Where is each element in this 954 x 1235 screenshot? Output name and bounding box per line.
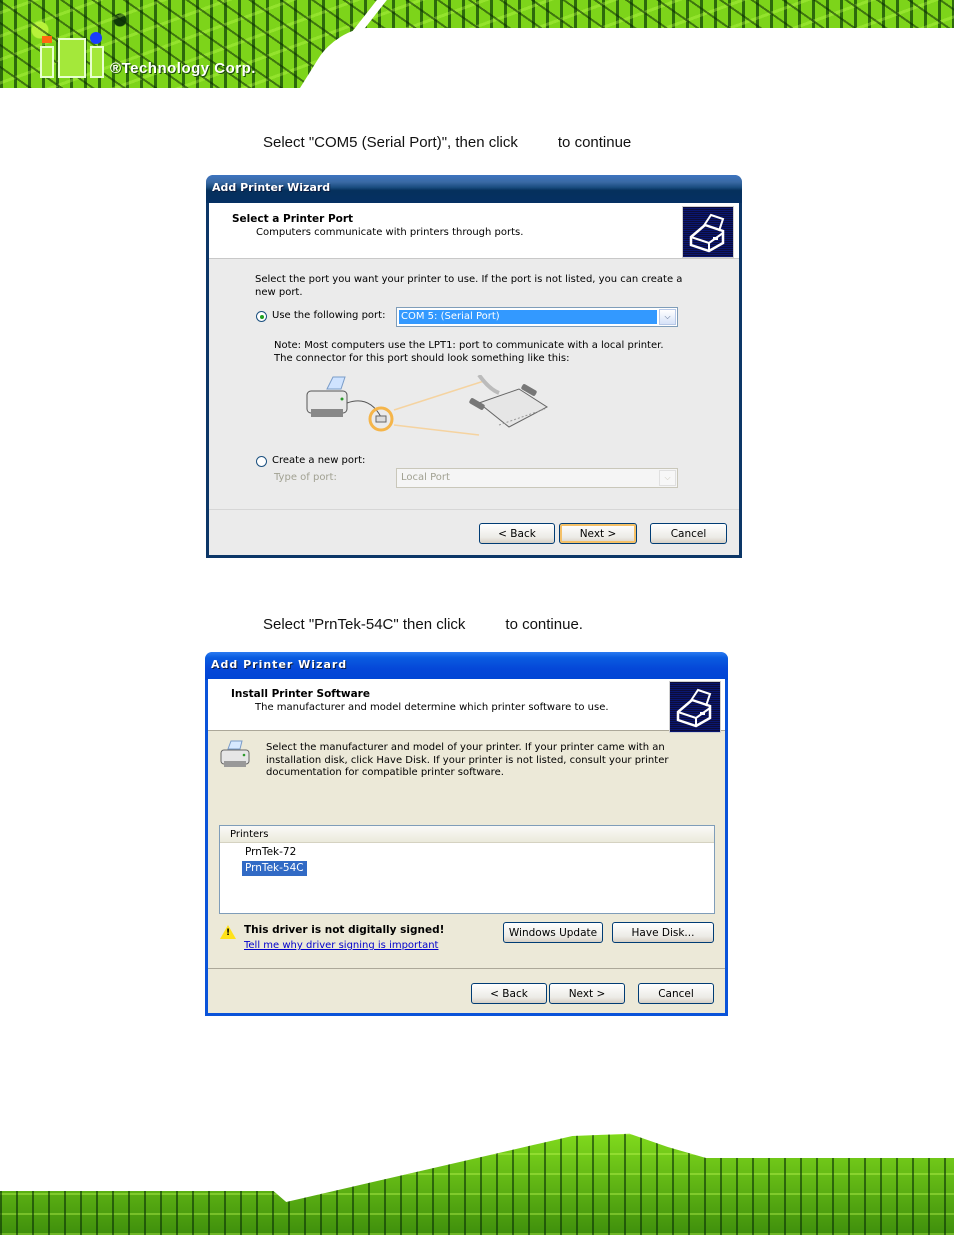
instruction-step1: Select "COM5 (Serial Port)", then click t… xyxy=(263,134,632,151)
cancel-button[interactable]: Cancel xyxy=(650,523,727,544)
banner-band xyxy=(0,1183,300,1191)
add-printer-wizard-port: Add Printer Wizard Select a Printer Port… xyxy=(206,175,742,558)
printer-icon xyxy=(669,681,721,733)
create-port-radio[interactable] xyxy=(256,456,267,467)
cancel-button[interactable]: Cancel xyxy=(638,983,714,1004)
list-item-selected[interactable]: PrnTek-54C xyxy=(242,861,307,876)
back-button[interactable]: < Back xyxy=(471,983,547,1004)
add-printer-wizard-software: Add Printer Wizard Install Printer Softw… xyxy=(205,652,728,1016)
window-title: Add Printer Wizard xyxy=(205,652,728,680)
port-type-value: Local Port xyxy=(401,472,450,483)
chevron-down-icon[interactable]: ⌵ xyxy=(659,309,676,325)
printer-icon xyxy=(218,739,252,773)
port-select-value: COM 5: (Serial Port) xyxy=(399,310,657,324)
header-title: Install Printer Software xyxy=(231,688,370,700)
printer-icon xyxy=(682,206,734,258)
note-line-1: Note: Most computers use the LPT1: port … xyxy=(274,340,664,351)
port-type-select[interactable]: Local Port ⌵ xyxy=(396,468,678,488)
wizard-header: Select a Printer Port Computers communic… xyxy=(209,203,739,259)
banner-band xyxy=(0,88,380,112)
company-name: ®Technology Corp. xyxy=(110,60,256,77)
header-banner: ®Technology Corp. xyxy=(0,0,954,112)
divider xyxy=(209,509,739,510)
divider xyxy=(208,968,725,969)
header-subtitle: Computers communicate with printers thro… xyxy=(256,227,524,238)
type-of-port-label: Type of port: xyxy=(274,472,337,483)
list-item[interactable]: PrnTek-72 xyxy=(242,845,299,860)
use-port-label: Use the following port: xyxy=(272,310,386,321)
printers-column-header[interactable]: Printers xyxy=(220,826,714,843)
footer-banner xyxy=(0,1125,954,1235)
chevron-down-icon[interactable]: ⌵ xyxy=(659,470,676,486)
port-select[interactable]: COM 5: (Serial Port) ⌵ xyxy=(396,307,678,327)
window-title: Add Printer Wizard xyxy=(206,175,742,203)
warning-icon: ! xyxy=(220,925,236,939)
header-subtitle: The manufacturer and model determine whi… xyxy=(255,702,609,713)
create-port-label: Create a new port: xyxy=(272,455,366,466)
have-disk-button[interactable]: Have Disk... xyxy=(612,922,714,943)
note-line-2: The connector for this port should look … xyxy=(274,353,570,364)
header-title: Select a Printer Port xyxy=(232,213,354,225)
instruction-step2: Select "PrnTek-54C" then click to continu… xyxy=(263,616,583,633)
intro-text: Select the manufacturer and model of you… xyxy=(266,742,669,778)
circuit-board-pattern xyxy=(0,1133,954,1235)
next-button[interactable]: Next > xyxy=(549,983,625,1004)
next-button[interactable]: Next > xyxy=(559,523,637,544)
printers-list[interactable]: Printers PrnTek-72 PrnTek-54C xyxy=(219,825,715,914)
back-button[interactable]: < Back xyxy=(479,523,555,544)
printer-connector-illustration xyxy=(299,373,559,441)
intro-text: Select the port you want your printer to… xyxy=(255,274,683,298)
windows-update-button[interactable]: Windows Update xyxy=(503,922,603,943)
wizard-header: Install Printer Software The manufacture… xyxy=(208,679,725,733)
warning-title: This driver is not digitally signed! xyxy=(244,924,445,936)
driver-signing-link[interactable]: Tell me why driver signing is important xyxy=(244,940,438,951)
use-port-radio[interactable] xyxy=(256,311,267,322)
